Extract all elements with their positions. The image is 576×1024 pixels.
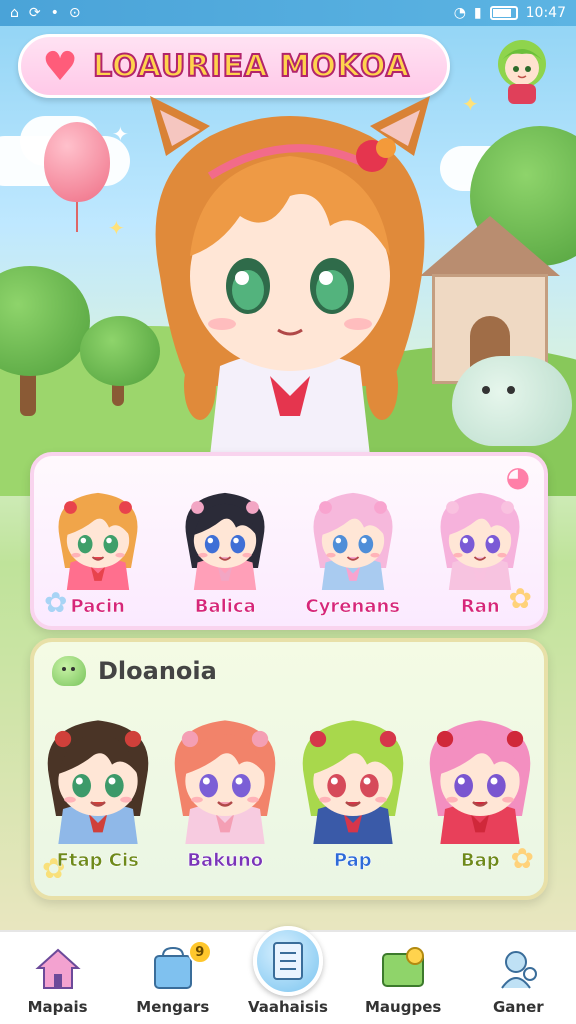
- nav-label: Mapais: [27, 998, 88, 1016]
- status-time: 10:47: [525, 5, 566, 21]
- wifi-icon: ◔: [453, 5, 466, 21]
- nav-label: Vaahaisis: [247, 998, 328, 1016]
- character-name: Bap: [460, 850, 500, 872]
- alarm-icon: ⊙: [68, 5, 81, 21]
- map-icon: [374, 942, 432, 994]
- profile-avatar[interactable]: [490, 34, 554, 106]
- hero-character[interactable]: [120, 86, 460, 456]
- character-portrait: [410, 704, 550, 848]
- notification-icon: ⌂: [10, 5, 19, 21]
- house-icon: [29, 942, 87, 994]
- roster-panel-bottom: Dloanoia ✿ ✿ Ftap Cis Bakuno Pap Bap: [30, 638, 548, 900]
- character-portrait: [155, 704, 295, 848]
- roster-row-bottom: Ftap Cis Bakuno Pap Bap: [34, 704, 544, 871]
- notification-badge: 9: [187, 940, 212, 964]
- nav-item-mapais[interactable]: Mapais: [3, 942, 113, 1016]
- character-card[interactable]: Ran: [420, 480, 540, 617]
- character-card[interactable]: Ftap Cis: [38, 704, 158, 871]
- sync-icon: ⟳: [28, 5, 41, 21]
- nav-item-ganer[interactable]: Ganer: [463, 942, 573, 1016]
- character-card[interactable]: Balica: [165, 480, 285, 617]
- character-name: Ran: [460, 596, 500, 618]
- character-card[interactable]: Bakuno: [165, 704, 285, 871]
- roster-panel-top: ✿ ✿ ◕ Pacin Balica Cyrenans Ran: [30, 452, 548, 630]
- character-name: Bakuno: [187, 850, 264, 872]
- character-portrait: [43, 480, 153, 594]
- dot-icon: •: [50, 5, 59, 21]
- nav-label: Ganer: [493, 998, 544, 1016]
- character-card[interactable]: Pap: [293, 704, 413, 871]
- heart-icon: ♥: [42, 44, 78, 90]
- panel-header: Dloanoia: [52, 656, 217, 686]
- character-portrait: [298, 480, 408, 594]
- battery-icon: [489, 6, 518, 20]
- character-card[interactable]: Bap: [420, 704, 540, 871]
- character-portrait: [283, 704, 423, 848]
- character-card[interactable]: Cyrenans: [293, 480, 413, 617]
- character-name: Pacin: [70, 596, 125, 618]
- bottom-navigation: Mapais 9 Mengars Vaahaisis Maugpes Ganer: [0, 926, 576, 1024]
- nav-item-mengars[interactable]: 9 Mengars: [118, 940, 228, 1016]
- character-card[interactable]: Pacin: [38, 480, 158, 617]
- character-name: Pap: [333, 850, 372, 872]
- panel-title: Dloanoia: [98, 657, 217, 685]
- status-bar: ⌂ ⟳ • ⊙ ◔ ▮ 10:47: [0, 0, 576, 26]
- nav-label: Mengars: [136, 998, 210, 1016]
- character-portrait: [425, 480, 535, 594]
- character-portrait: [170, 480, 280, 594]
- nav-item-maugpes[interactable]: Maugpes: [348, 942, 458, 1016]
- signal-icon: ▮: [473, 5, 482, 21]
- character-portrait: [28, 704, 168, 848]
- nav-label: Maugpes: [365, 998, 442, 1016]
- roster-row-top: Pacin Balica Cyrenans Ran: [34, 480, 544, 617]
- notebook-icon: [252, 926, 323, 996]
- character-name: Cyrenans: [305, 596, 401, 618]
- pet-creature: [452, 356, 572, 446]
- balloon-icon: [44, 122, 110, 232]
- friends-icon: [489, 942, 547, 994]
- game-title: LOAURIEA MOKOA: [92, 48, 410, 85]
- slime-icon: [52, 656, 86, 686]
- character-name: Balica: [194, 596, 256, 618]
- nav-item-vaahaisis[interactable]: Vaahaisis: [233, 926, 343, 1016]
- character-name: Ftap Cis: [56, 850, 139, 872]
